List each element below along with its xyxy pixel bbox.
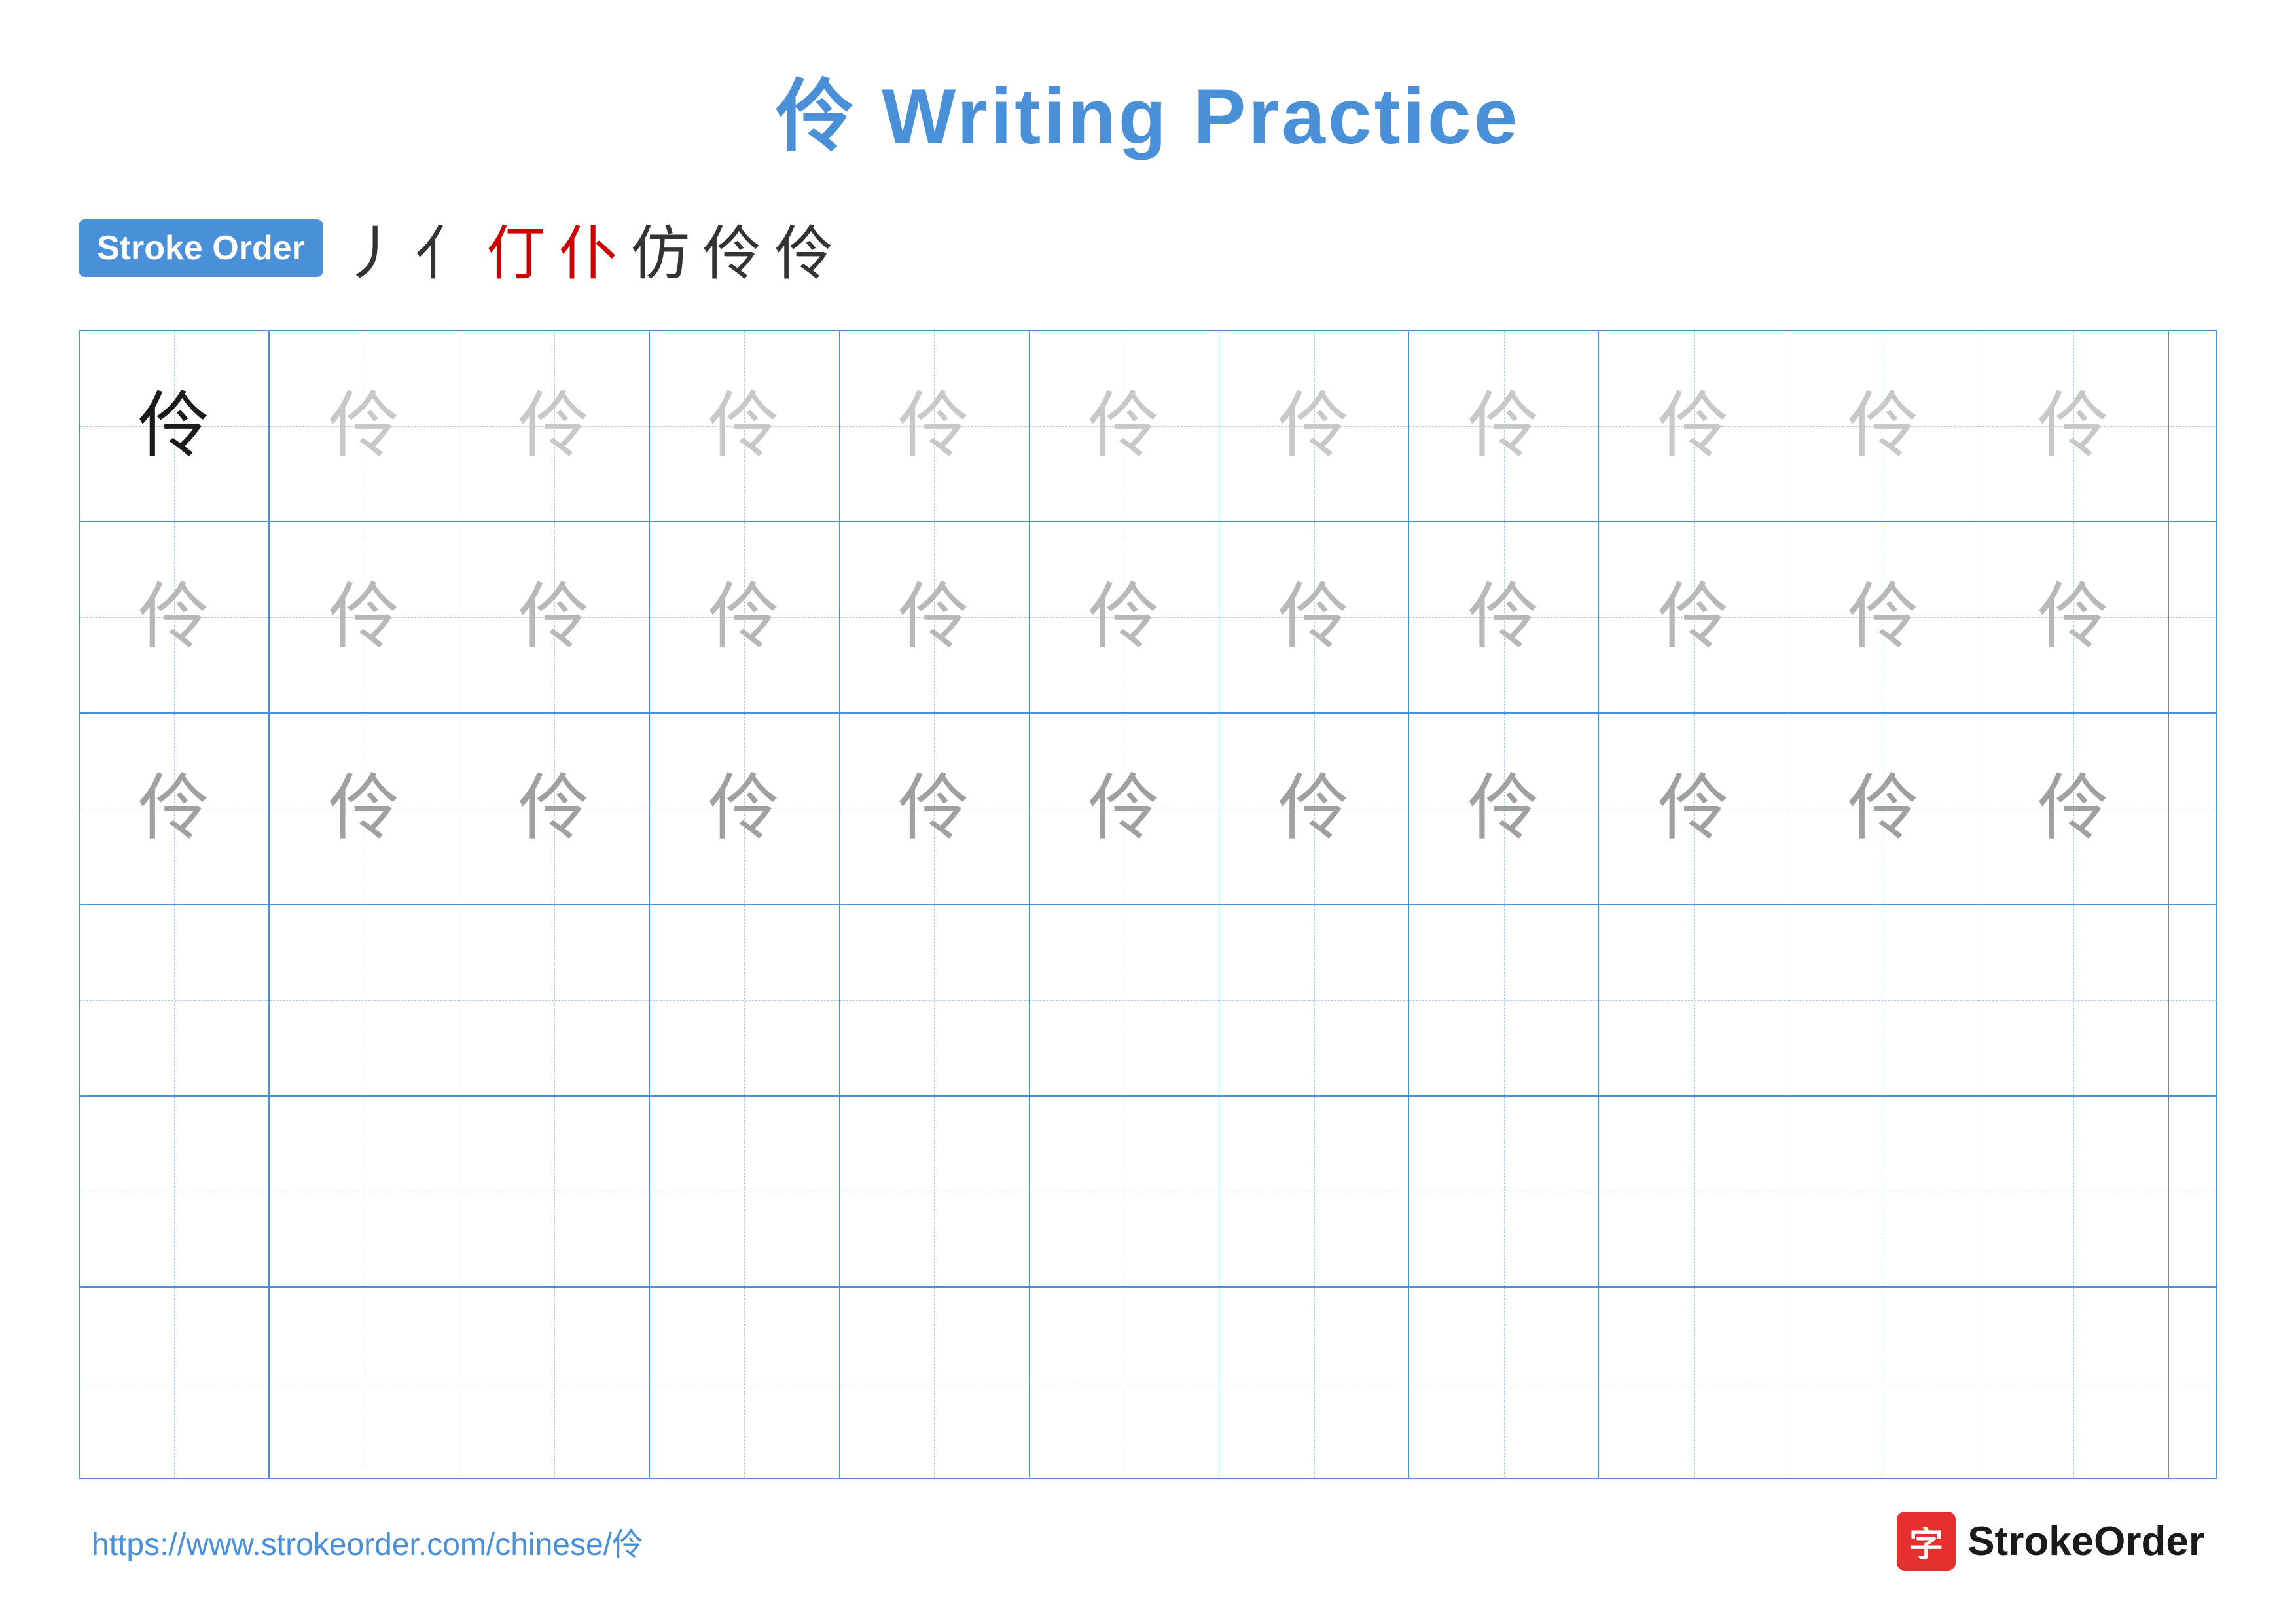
cell-6-11 [1979, 1288, 2169, 1478]
cell-5-2 [270, 1097, 459, 1286]
cell-5-1 [80, 1097, 270, 1286]
stroke-2: 亻 [415, 206, 474, 291]
cell-2-12: 伶 [2169, 522, 2217, 712]
cell-3-2: 伶 [270, 714, 459, 903]
stroke-order-section: Stroke Order 丿 亻 仃 仆 仿 伶 伶 [79, 206, 2217, 291]
cell-6-4 [650, 1288, 840, 1478]
cell-1-2: 伶 [270, 331, 459, 521]
stroke-order-badge: Stroke Order [79, 219, 323, 277]
cell-3-12: 伶 [2169, 714, 2217, 903]
cell-2-8: 伶 [1409, 522, 1599, 712]
cell-5-4 [650, 1097, 840, 1286]
cell-1-4: 伶 [650, 331, 840, 521]
stroke-5: 仿 [631, 206, 690, 291]
cell-5-9 [1599, 1097, 1789, 1286]
cell-2-4: 伶 [650, 522, 840, 712]
cell-4-5 [840, 905, 1030, 1095]
cell-4-12 [2169, 905, 2217, 1095]
cell-3-7: 伶 [1219, 714, 1409, 903]
cell-3-10: 伶 [1789, 714, 1979, 903]
cell-4-10 [1789, 905, 1979, 1095]
cell-3-1: 伶 [80, 714, 270, 903]
footer-url[interactable]: https://www.strokeorder.com/chinese/伶 [92, 1518, 643, 1564]
cell-4-8 [1409, 905, 1599, 1095]
cell-2-3: 伶 [459, 522, 649, 712]
stroke-7: 伶 [775, 206, 834, 291]
cell-5-6 [1030, 1097, 1219, 1286]
cell-3-8: 伶 [1409, 714, 1599, 903]
grid-row-1: 伶 伶 伶 伶 伶 伶 伶 伶 伶 伶 伶 伶 伶 [80, 331, 2216, 522]
cell-5-5 [840, 1097, 1030, 1286]
cell-6-1 [80, 1288, 270, 1478]
grid-row-3: 伶 伶 伶 伶 伶 伶 伶 伶 伶 伶 伶 伶 伶 [80, 714, 2216, 905]
cell-1-11: 伶 [1979, 331, 2169, 521]
cell-4-1 [80, 905, 270, 1095]
practice-grid-wrapper: 伶 伶 伶 伶 伶 伶 伶 伶 伶 伶 伶 伶 伶 伶 伶 伶 伶 伶 [79, 330, 2217, 1479]
cell-5-11 [1979, 1097, 2169, 1286]
cell-1-1: 伶 [80, 331, 270, 521]
title-section: 伶 Writing Practice [79, 52, 2217, 166]
cell-1-9: 伶 [1599, 331, 1789, 521]
cell-5-7 [1219, 1097, 1409, 1286]
cell-6-12 [2169, 1288, 2217, 1478]
logo-icon: 字 [1897, 1512, 1956, 1571]
cell-6-5 [840, 1288, 1030, 1478]
cell-3-5: 伶 [840, 714, 1030, 903]
cell-5-10 [1789, 1097, 1979, 1286]
char-dark: 伶 [138, 390, 210, 462]
cell-3-11: 伶 [1979, 714, 2169, 903]
cell-2-5: 伶 [840, 522, 1030, 712]
cell-6-8 [1409, 1288, 1599, 1478]
grid-row-2: 伶 伶 伶 伶 伶 伶 伶 伶 伶 伶 伶 伶 伶 [80, 522, 2216, 714]
cell-3-3: 伶 [459, 714, 649, 903]
footer-logo: 字 StrokeOrder [1897, 1512, 2204, 1571]
cell-2-9: 伶 [1599, 522, 1789, 712]
cell-5-3 [459, 1097, 649, 1286]
cell-4-3 [459, 905, 649, 1095]
cell-1-5: 伶 [840, 331, 1030, 521]
cell-2-10: 伶 [1789, 522, 1979, 712]
cell-3-9: 伶 [1599, 714, 1789, 903]
cell-4-2 [270, 905, 459, 1095]
grid-row-6 [80, 1288, 2216, 1478]
cell-4-4 [650, 905, 840, 1095]
cell-2-11: 伶 [1979, 522, 2169, 712]
cell-1-7: 伶 [1219, 331, 1409, 521]
grid-row-4 [80, 905, 2216, 1097]
cell-1-6: 伶 [1030, 331, 1219, 521]
cell-4-6 [1030, 905, 1219, 1095]
page-title: 伶 Writing Practice [79, 52, 2217, 166]
cell-2-2: 伶 [270, 522, 459, 712]
cell-4-11 [1979, 905, 2169, 1095]
cell-6-6 [1030, 1288, 1219, 1478]
practice-grid: 伶 伶 伶 伶 伶 伶 伶 伶 伶 伶 伶 伶 伶 伶 伶 伶 伶 伶 [79, 330, 2217, 1479]
stroke-6: 伶 [703, 206, 762, 291]
cell-1-8: 伶 [1409, 331, 1599, 521]
stroke-4: 仆 [559, 206, 618, 291]
cell-2-6: 伶 [1030, 522, 1219, 712]
stroke-1: 丿 [343, 206, 402, 291]
cell-3-4: 伶 [650, 714, 840, 903]
logo-text: StrokeOrder [1967, 1518, 2204, 1565]
cell-2-1: 伶 [80, 522, 270, 712]
cell-5-12 [2169, 1097, 2217, 1286]
footer: https://www.strokeorder.com/chinese/伶 字 … [79, 1512, 2217, 1571]
cell-6-2 [270, 1288, 459, 1478]
cell-4-9 [1599, 905, 1789, 1095]
stroke-3: 仃 [487, 206, 546, 291]
cell-6-10 [1789, 1288, 1979, 1478]
cell-6-3 [459, 1288, 649, 1478]
cell-1-12: 伶 [2169, 331, 2217, 521]
cell-2-7: 伶 [1219, 522, 1409, 712]
cell-1-3: 伶 [459, 331, 649, 521]
cell-5-8 [1409, 1097, 1599, 1286]
stroke-sequence: 丿 亻 仃 仆 仿 伶 伶 [343, 206, 834, 291]
cell-4-7 [1219, 905, 1409, 1095]
page-container: 伶 Writing Practice Stroke Order 丿 亻 仃 仆 … [0, 0, 2296, 1623]
cell-6-7 [1219, 1288, 1409, 1478]
cell-1-10: 伶 [1789, 331, 1979, 521]
grid-row-5 [80, 1097, 2216, 1288]
cell-3-6: 伶 [1030, 714, 1219, 903]
cell-6-9 [1599, 1288, 1789, 1478]
